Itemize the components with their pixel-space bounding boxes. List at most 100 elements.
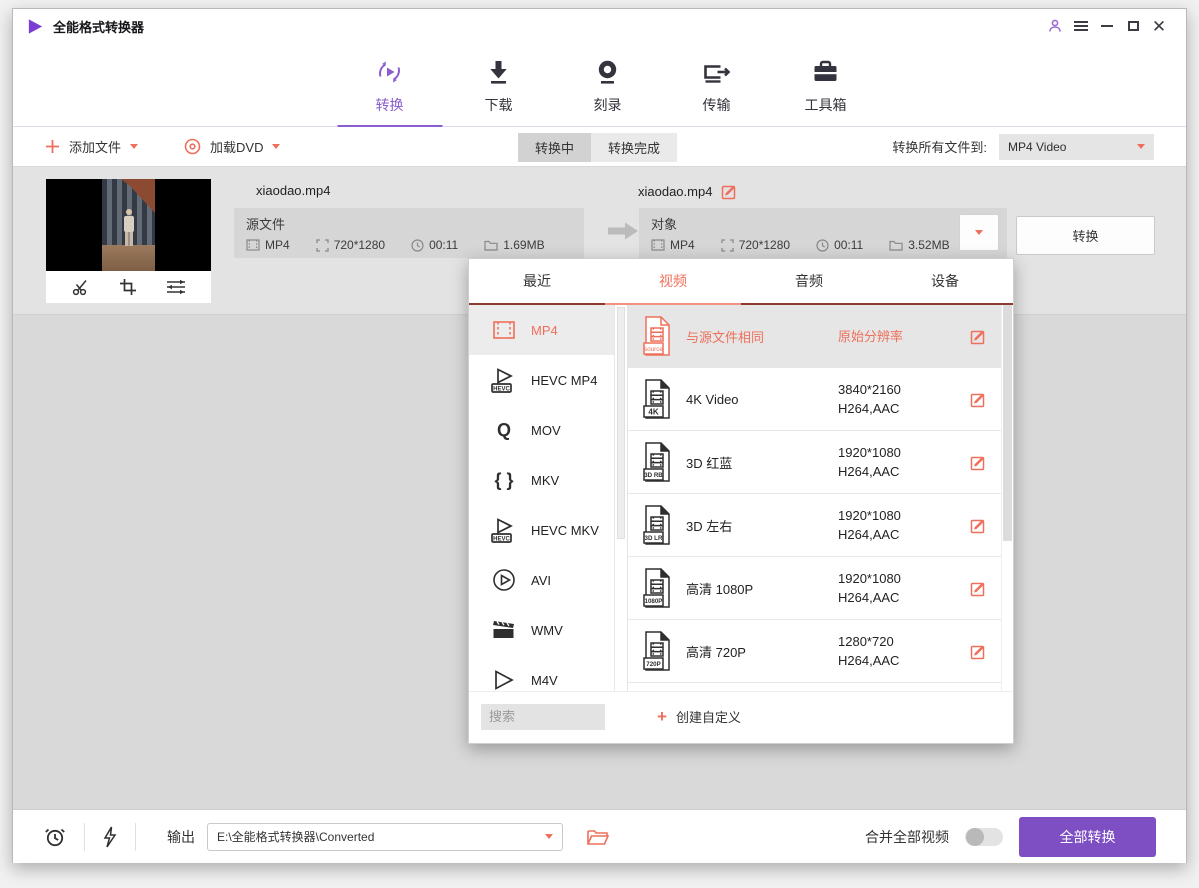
- target-resolution: 720*1280: [739, 238, 790, 252]
- preset-edit-icon[interactable]: [970, 328, 987, 345]
- preset-hd-1080p[interactable]: 1080P 高清 1080P 1920*1080H264,AAC: [628, 557, 1013, 620]
- m4v-play-icon: [490, 669, 518, 691]
- trim-scissors-icon[interactable]: [71, 278, 91, 296]
- mp4-film-icon: [490, 320, 518, 340]
- preset-file-icon: 4K: [642, 379, 672, 419]
- source-filename: xiaodao.mp4: [256, 183, 330, 198]
- source-duration: 00:11: [429, 238, 458, 252]
- tab-download[interactable]: 下载: [444, 43, 553, 127]
- preset-name: 高清 720P: [686, 642, 824, 661]
- search-input[interactable]: [481, 704, 605, 730]
- duration-icon: [411, 239, 424, 252]
- svg-text:HEVC: HEVC: [493, 536, 510, 542]
- tab-download-label: 下载: [485, 95, 513, 115]
- format-item-mp4[interactable]: MP4: [469, 305, 627, 355]
- account-icon[interactable]: [1042, 15, 1068, 37]
- create-custom-button[interactable]: + 创建自定义: [657, 707, 741, 726]
- format-item-m4v[interactable]: M4V: [469, 655, 627, 691]
- effects-sliders-icon[interactable]: [165, 278, 187, 296]
- format-list-scrollbar[interactable]: [614, 305, 627, 691]
- queue-tabs: 转换中 转换完成: [518, 133, 677, 162]
- convert-icon: [374, 56, 406, 88]
- format-picker-button[interactable]: [959, 214, 999, 251]
- preset-edit-icon[interactable]: [970, 391, 987, 408]
- thumbnail-image: [102, 179, 155, 271]
- preset-hd-720p[interactable]: 720P 高清 720P 1280*720H264,AAC: [628, 620, 1013, 683]
- preset-edit-icon[interactable]: [970, 517, 987, 534]
- preset-file-icon: 720P: [642, 631, 672, 671]
- tab-converting[interactable]: 转换中: [518, 133, 591, 162]
- svg-text:source: source: [644, 346, 663, 353]
- resolution-icon: [721, 239, 734, 252]
- format-item-wmv[interactable]: WMV: [469, 605, 627, 655]
- preset-list-scrollbar[interactable]: [1001, 305, 1013, 691]
- preset-edit-icon[interactable]: [970, 643, 987, 660]
- tab-convert[interactable]: 转换: [335, 43, 444, 127]
- source-size: 1.69MB: [503, 238, 544, 252]
- load-dvd-caret-icon[interactable]: [272, 144, 280, 149]
- tab-transfer[interactable]: 传输: [662, 43, 771, 127]
- convert-button[interactable]: 转换: [1016, 216, 1155, 255]
- load-dvd-button[interactable]: 加载DVD: [184, 137, 280, 156]
- format-item-hevc-mp4[interactable]: HEVC HEVC MP4: [469, 355, 627, 405]
- preset-list: source 与源文件相同 原始分辨率 4K 4K Vide: [627, 305, 1013, 691]
- preset-3d-leftright[interactable]: 3D LR 3D 左右 1920*1080H264,AAC: [628, 494, 1013, 557]
- format-item-mkv[interactable]: { } MKV: [469, 455, 627, 505]
- preset-name: 3D 左右: [686, 516, 824, 535]
- quicktime-q-icon: Q: [490, 420, 518, 441]
- schedule-alarm-icon[interactable]: [43, 825, 67, 849]
- size-folder-icon: [889, 239, 903, 251]
- popup-tab-audio[interactable]: 音频: [741, 259, 877, 303]
- tab-convert-label: 转换: [376, 95, 404, 115]
- preset-edit-icon[interactable]: [970, 580, 987, 597]
- rename-edit-icon[interactable]: [721, 183, 738, 200]
- tab-burn[interactable]: 刻录: [553, 43, 662, 127]
- source-label: 源文件: [246, 214, 572, 233]
- popup-tab-recent[interactable]: 最近: [469, 259, 605, 303]
- target-size: 3.52MB: [908, 238, 949, 252]
- app-logo-icon: [27, 18, 44, 35]
- close-icon[interactable]: ✕: [1146, 15, 1172, 37]
- transfer-icon: [701, 56, 733, 88]
- burn-disc-icon: [593, 56, 623, 88]
- format-item-mov[interactable]: Q MOV: [469, 405, 627, 455]
- target-format: MP4: [670, 238, 695, 252]
- preset-name: 高清 1080P: [686, 579, 824, 598]
- menu-icon[interactable]: [1068, 15, 1094, 37]
- svg-text:720P: 720P: [646, 661, 660, 668]
- open-output-folder-icon[interactable]: [587, 828, 609, 846]
- output-format-value: MP4 Video: [1008, 140, 1066, 154]
- popup-tab-device[interactable]: 设备: [877, 259, 1013, 303]
- preset-same-as-source[interactable]: source 与源文件相同 原始分辨率: [628, 305, 1013, 368]
- output-path-caret-icon[interactable]: [545, 834, 553, 839]
- source-format: MP4: [265, 238, 290, 252]
- add-file-button[interactable]: 添加文件: [45, 137, 138, 156]
- output-format-dropdown[interactable]: MP4 Video: [999, 134, 1154, 160]
- high-speed-bolt-icon[interactable]: [102, 826, 118, 848]
- format-item-avi[interactable]: AVI: [469, 555, 627, 605]
- hevc-play-icon: HEVC: [490, 367, 518, 393]
- preset-3d-redblue[interactable]: 3D RB 3D 红蓝 1920*1080H264,AAC: [628, 431, 1013, 494]
- output-path-input[interactable]: [217, 830, 545, 844]
- preset-name: 与源文件相同: [686, 327, 824, 346]
- load-dvd-label: 加载DVD: [210, 137, 263, 156]
- crop-icon[interactable]: [119, 278, 137, 296]
- format-list: MP4 HEVC HEVC MP4 Q MOV { } MKV: [469, 305, 627, 691]
- thumbnail-toolbar: [46, 271, 211, 303]
- add-file-caret-icon[interactable]: [130, 144, 138, 149]
- preset-edit-icon[interactable]: [970, 454, 987, 471]
- tab-toolbox[interactable]: 工具箱: [771, 43, 880, 127]
- maximize-icon[interactable]: [1120, 15, 1146, 37]
- merge-toggle[interactable]: [965, 828, 1003, 846]
- tab-toolbox-label: 工具箱: [805, 95, 847, 115]
- tab-finished[interactable]: 转换完成: [591, 133, 677, 162]
- minimize-icon[interactable]: [1094, 15, 1120, 37]
- format-icon: [651, 239, 665, 251]
- popup-tab-video[interactable]: 视频: [605, 259, 741, 303]
- convert-all-button[interactable]: 全部转换: [1019, 817, 1156, 857]
- output-path-box: [207, 823, 563, 851]
- preset-name: 4K Video: [686, 392, 824, 407]
- format-item-hevc-mkv[interactable]: HEVC HEVC MKV: [469, 505, 627, 555]
- wmv-clapperboard-icon: [490, 619, 518, 641]
- preset-4k-video[interactable]: 4K 4K Video 3840*2160H264,AAC: [628, 368, 1013, 431]
